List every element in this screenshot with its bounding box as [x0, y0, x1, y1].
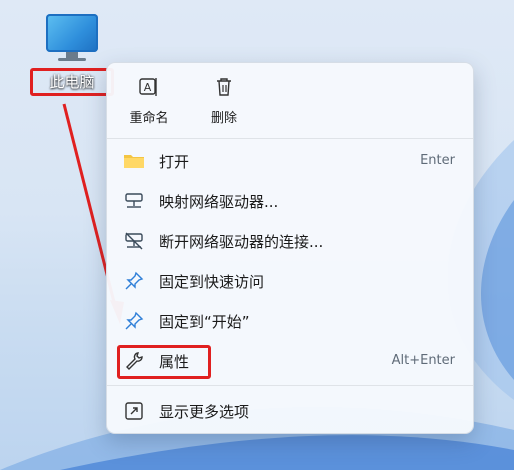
menu-item-disconnect-network-drive[interactable]: 断开网络驱动器的连接... [115, 223, 465, 259]
rename-label: 重命名 [129, 111, 169, 126]
menu-item-label: 固定到快速访问 [159, 273, 265, 291]
folder-icon [123, 151, 145, 171]
desktop-icon-label: 此电脑 [30, 68, 114, 96]
computer-icon [46, 14, 98, 52]
menu-item-shortcut: Enter [420, 153, 455, 168]
trash-icon [217, 78, 231, 96]
menu-separator [107, 385, 473, 386]
pin-icon [123, 311, 145, 331]
menu-item-open[interactable]: 打开 Enter [115, 143, 465, 179]
context-menu: A 重命名 删除 打开 Enter 映射网络驱动器... 断开网络驱动器的连接.… [106, 62, 474, 434]
delete-label: 删除 [210, 111, 237, 126]
menu-item-pin-quick-access[interactable]: 固定到快速访问 [115, 263, 465, 299]
menu-item-label: 打开 [159, 153, 190, 171]
more-options-icon [123, 401, 145, 421]
desktop-icon-this-pc[interactable]: 此电脑 [30, 12, 114, 102]
rename-button[interactable]: A 重命名 [117, 73, 181, 126]
quick-actions-bar: A 重命名 删除 [107, 63, 473, 135]
menu-item-label: 映射网络驱动器... [159, 193, 279, 211]
monitor-base [58, 58, 86, 61]
svg-text:A: A [144, 81, 152, 94]
disconnect-drive-icon [123, 231, 145, 251]
delete-button[interactable]: 删除 [192, 73, 256, 126]
menu-item-map-network-drive[interactable]: 映射网络驱动器... [115, 183, 465, 219]
rename-icon: A [139, 78, 157, 96]
menu-item-show-more-options[interactable]: 显示更多选项 [115, 393, 465, 429]
menu-item-label: 固定到“开始” [159, 313, 250, 331]
network-drive-icon [123, 191, 145, 211]
properties-highlight-box [117, 345, 211, 379]
menu-separator [107, 138, 473, 139]
menu-item-label: 显示更多选项 [159, 403, 250, 421]
menu-item-shortcut: Alt+Enter [391, 353, 455, 368]
menu-item-label: 断开网络驱动器的连接... [159, 233, 324, 251]
pin-icon [123, 271, 145, 291]
menu-item-pin-start[interactable]: 固定到“开始” [115, 303, 465, 339]
